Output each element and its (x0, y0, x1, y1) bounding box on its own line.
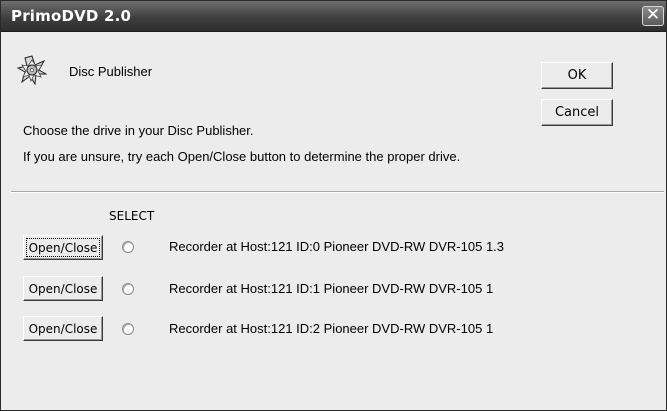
disc-publisher-icon (17, 55, 47, 85)
open-close-button-0[interactable]: Open/Close (23, 235, 103, 260)
drive-radio-1[interactable] (122, 283, 134, 295)
cancel-button[interactable]: Cancel (541, 99, 613, 126)
open-close-button-1[interactable]: Open/Close (23, 276, 103, 301)
drive-label-0: Recorder at Host:121 ID:0 Pioneer DVD-RW… (169, 239, 505, 254)
title-bar[interactable]: PrimoDVD 2.0 ✕ (1, 1, 666, 32)
drive-label-1: Recorder at Host:121 ID:1 Pioneer DVD-RW… (169, 281, 494, 296)
instruction-line-1: Choose the drive in your Disc Publisher. (23, 123, 254, 138)
section-divider (11, 191, 664, 193)
ok-button[interactable]: OK (541, 62, 613, 89)
close-button[interactable]: ✕ (642, 6, 664, 26)
window-title: PrimoDVD 2.0 (11, 7, 132, 25)
select-column-header: SELECT (109, 209, 155, 223)
app-name: Disc Publisher (69, 64, 153, 79)
drive-radio-0[interactable] (122, 241, 134, 253)
drive-label-2: Recorder at Host:121 ID:2 Pioneer DVD-RW… (169, 321, 494, 336)
open-close-button-2[interactable]: Open/Close (23, 316, 103, 341)
instruction-line-2: If you are unsure, try each Open/Close b… (23, 149, 461, 164)
primodvd-dialog: PrimoDVD 2.0 ✕ Disc Publisher OK Cancel … (0, 0, 667, 411)
drive-radio-2[interactable] (122, 323, 134, 335)
